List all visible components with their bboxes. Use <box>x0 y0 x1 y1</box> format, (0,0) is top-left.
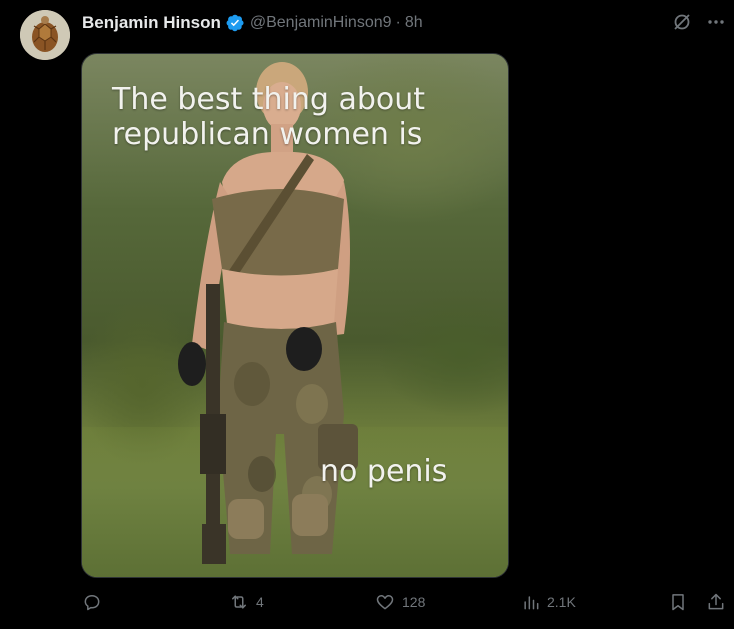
share-button[interactable] <box>706 592 726 612</box>
top-icons <box>672 12 726 32</box>
post-image[interactable]: The best thing about republican women is… <box>81 53 509 578</box>
separator-dot: · <box>395 14 401 31</box>
repost-button[interactable]: 4 <box>228 592 264 612</box>
like-count: 128 <box>402 594 426 610</box>
post-time[interactable]: 8h <box>405 14 423 32</box>
like-button[interactable]: 128 <box>374 592 425 612</box>
views-count: 2.1K <box>547 594 576 610</box>
bookmark-button[interactable] <box>668 592 688 612</box>
grok-icon[interactable] <box>672 12 692 32</box>
views-icon <box>524 596 539 610</box>
views-button[interactable]: 2.1K <box>521 592 576 612</box>
share-icon <box>708 593 724 610</box>
repost-icon <box>232 595 246 609</box>
more-icon[interactable] <box>706 12 726 32</box>
heart-icon <box>376 595 394 610</box>
bookmark-icon <box>672 594 684 611</box>
action-bar: 4 128 2.1K <box>80 592 734 618</box>
turtle-avatar-icon <box>20 10 70 60</box>
repost-count: 4 <box>256 594 264 610</box>
post: Benjamin Hinson @BenjaminHinson9 · 8h Th… <box>0 0 734 629</box>
author-avatar[interactable] <box>20 10 70 60</box>
meme-caption-top: The best thing about republican women is <box>112 82 426 152</box>
verified-badge-icon <box>225 13 245 33</box>
post-header: Benjamin Hinson @BenjaminHinson9 · 8h <box>82 11 423 35</box>
author-handle[interactable]: @BenjaminHinson9 <box>250 14 392 32</box>
author-name[interactable]: Benjamin Hinson <box>82 13 221 33</box>
meme-caption-bottom: no penis <box>320 454 448 489</box>
reply-button[interactable] <box>82 592 108 612</box>
reply-icon <box>84 595 100 611</box>
